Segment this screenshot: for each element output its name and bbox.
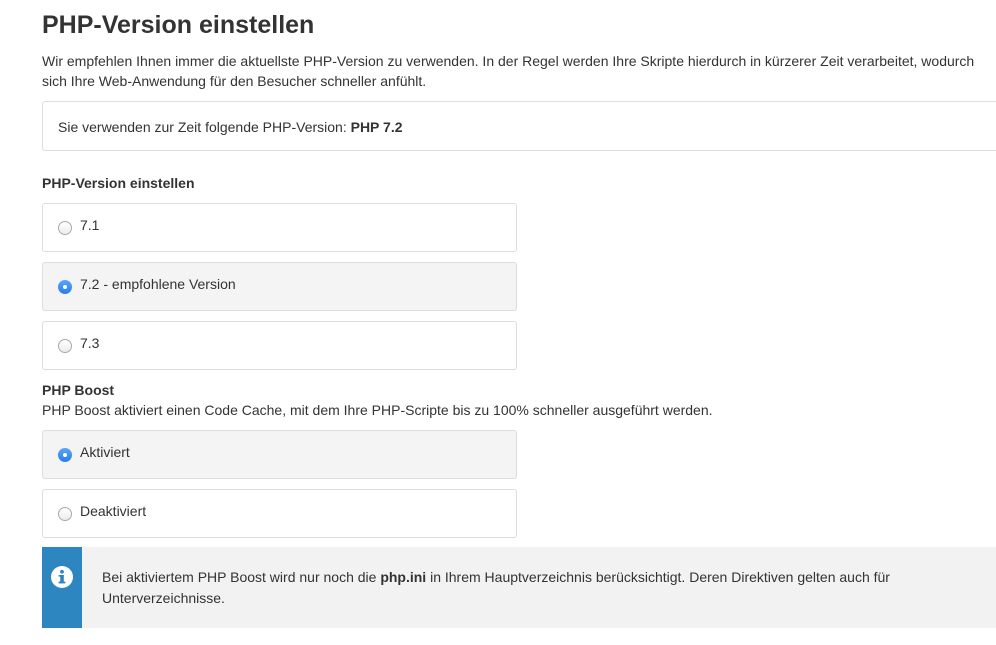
page-title: PHP-Version einstellen [42,11,315,39]
version-section-heading: PHP-Version einstellen [42,175,195,191]
info-stripe [42,547,82,628]
radio-button[interactable] [58,221,72,235]
current-version-box: Sie verwenden zur Zeit folgende PHP-Vers… [42,101,996,151]
boost-description: PHP Boost aktiviert einen Code Cache, mi… [42,402,713,418]
boost-option-activated[interactable]: Aktiviert [42,430,517,479]
info-circle-icon [51,566,73,588]
boost-option-deactivated[interactable]: Deaktiviert [42,489,517,538]
version-option-label: 7.3 [80,335,100,351]
current-version-prefix: Sie verwenden zur Zeit folgende PHP-Vers… [58,119,351,135]
info-text-filename: php.ini [380,569,427,585]
boost-option-label: Deaktiviert [80,503,147,519]
version-option-7-1[interactable]: 7.1 [42,203,517,252]
version-option-7-2[interactable]: 7.2 - empfohlene Version [42,262,517,311]
version-option-7-3[interactable]: 7.3 [42,321,517,370]
php-settings-page: PHP-Version einstellen Wir empfehlen Ihn… [0,0,996,645]
info-text-before: Bei aktiviertem PHP Boost wird nur noch … [102,569,381,585]
info-text: Bei aktiviertem PHP Boost wird nur noch … [102,567,982,609]
version-option-label: 7.1 [80,217,100,233]
boost-section-heading: PHP Boost [42,382,115,398]
radio-button[interactable] [58,507,72,521]
version-option-label: 7.2 - empfohlene Version [80,276,236,292]
intro-text: Wir empfehlen Ihnen immer die aktuellste… [42,53,975,89]
radio-button[interactable] [58,339,72,353]
radio-button-checked[interactable] [58,448,72,462]
radio-button-checked[interactable] [58,280,72,294]
current-version-value: PHP 7.2 [350,119,403,135]
info-box: Bei aktiviertem PHP Boost wird nur noch … [42,547,996,628]
boost-option-label: Aktiviert [80,444,130,460]
